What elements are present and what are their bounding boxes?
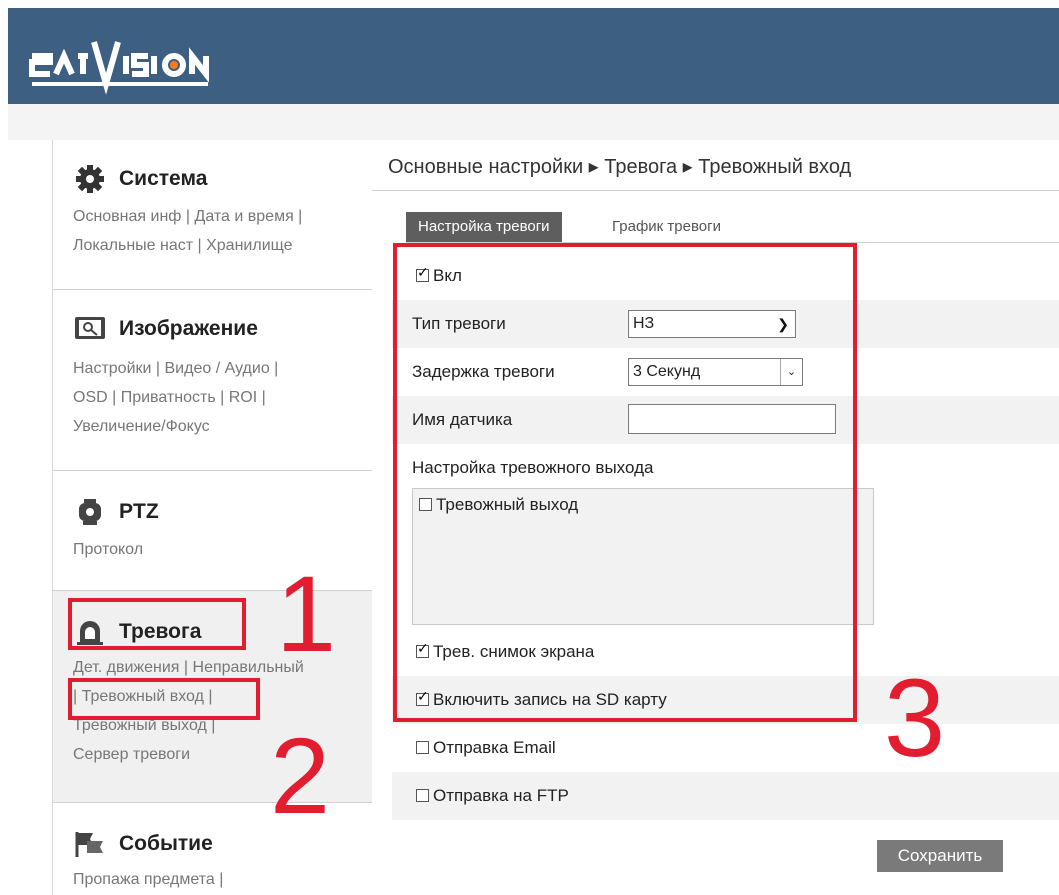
sidebar-links-system: Основная инф | Дата и время | Локальные … [73,202,369,260]
sidebar-item-system[interactable]: Система [73,164,207,194]
header-spacer [8,104,1059,140]
tab-alarm-settings[interactable]: Настройка тревоги [406,212,562,242]
sidebar-item-ptz[interactable]: PTZ [73,497,159,527]
annotation-box-settings [393,243,857,722]
sidebar-item-image[interactable]: Изображение [73,314,258,344]
sidebar-title-ptz: PTZ [119,500,159,523]
app-header [8,8,1059,104]
checkbox-icon [416,741,429,754]
sidebar-title-system: Система [119,167,208,190]
sidebar-title-event: Событие [119,832,213,855]
annotation-number-3: 3 [884,657,946,780]
sidebar-links-image: Настройки | Видео / Аудио | OSD | Приват… [73,354,369,441]
sidebar-link-line[interactable]: Увеличение/Фокус [73,412,369,441]
tab-alarm-schedule[interactable]: График тревоги [600,212,733,242]
image-icon [75,317,105,339]
email-label: Отправка Email [433,738,556,757]
sidebar-link-line[interactable]: Основная инф | Дата и время | [73,202,369,231]
save-button[interactable]: Сохранить [877,840,1003,872]
sidebar-title-image: Изображение [119,317,258,340]
annotation-number-2: 2 [270,715,331,836]
sidebar-link-line[interactable]: OSD | Приватность | ROI | [73,383,369,412]
row-email: Отправка Email [392,724,1059,772]
email-checkbox[interactable]: Отправка Email [416,738,556,758]
sidebar-link-line[interactable]: Локальные наст | Хранилище [73,231,369,260]
breadcrumb: Основные настройки ▸ Тревога ▸ Тревожный… [388,156,852,178]
satvision-logo [29,41,209,94]
checkbox-icon [416,789,429,802]
annotation-box-alarm-menu [68,598,246,650]
sidebar-group-image: Изображение Настройки | Видео / Аудио | … [53,290,372,471]
event-flag-icon [75,832,103,857]
annotation-number-1: 1 [276,553,337,674]
ftp-label: Отправка на FTP [433,786,569,805]
ptz-camera-icon [79,499,101,525]
ftp-checkbox[interactable]: Отправка на FTP [416,786,569,806]
gear-icon [76,165,104,193]
sidebar-group-system: Система Основная инф | Дата и время | Ло… [53,140,372,290]
divider [372,190,1059,191]
row-ftp: Отправка на FTP [392,772,1059,820]
sidebar-link-line[interactable]: Пропажа предмета | [73,865,369,894]
annotation-box-alarm-input [68,678,260,720]
sidebar-item-event[interactable]: Событие [73,829,213,859]
sidebar-link-line[interactable]: Настройки | Видео / Аудио | [73,354,369,383]
sidebar-links-event: Пропажа предмета | [73,865,369,894]
